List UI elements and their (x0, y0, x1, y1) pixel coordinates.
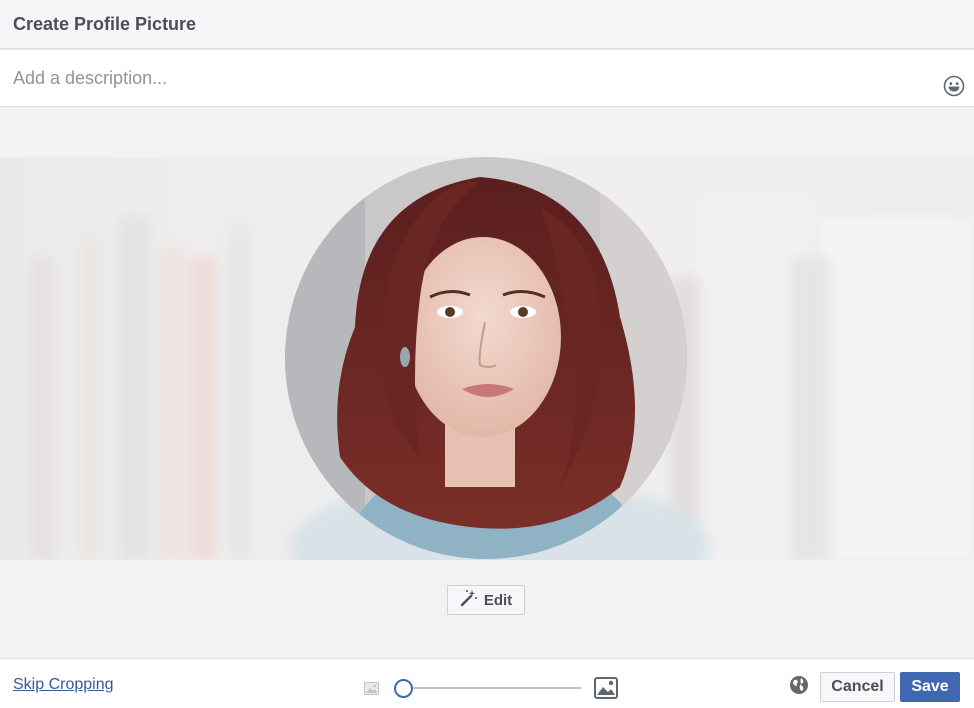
crop-area[interactable] (0, 157, 974, 560)
dialog-header: Create Profile Picture (0, 0, 974, 49)
edit-button[interactable]: Edit (447, 585, 525, 615)
cancel-button[interactable]: Cancel (820, 672, 895, 702)
emoji-icon[interactable] (943, 75, 965, 97)
edit-label: Edit (483, 591, 513, 609)
description-box (0, 49, 974, 107)
image-large-icon (594, 677, 618, 704)
description-input[interactable] (13, 64, 913, 92)
magic-wand-icon (460, 589, 478, 612)
create-profile-picture-dialog: Create Profile Picture Add a description… (0, 0, 974, 708)
dialog-footer: Skip Cropping Cancel Save (0, 658, 974, 708)
save-button[interactable]: Save (900, 672, 960, 702)
globe-icon[interactable] (789, 675, 809, 700)
zoom-slider-track[interactable] (394, 687, 581, 689)
dialog-title: Create Profile Picture (13, 13, 197, 34)
skip-cropping-link[interactable]: Skip Cropping (13, 676, 114, 694)
profile-photo (285, 157, 687, 559)
zoom-slider-handle[interactable] (394, 679, 413, 698)
image-small-icon (364, 682, 379, 700)
